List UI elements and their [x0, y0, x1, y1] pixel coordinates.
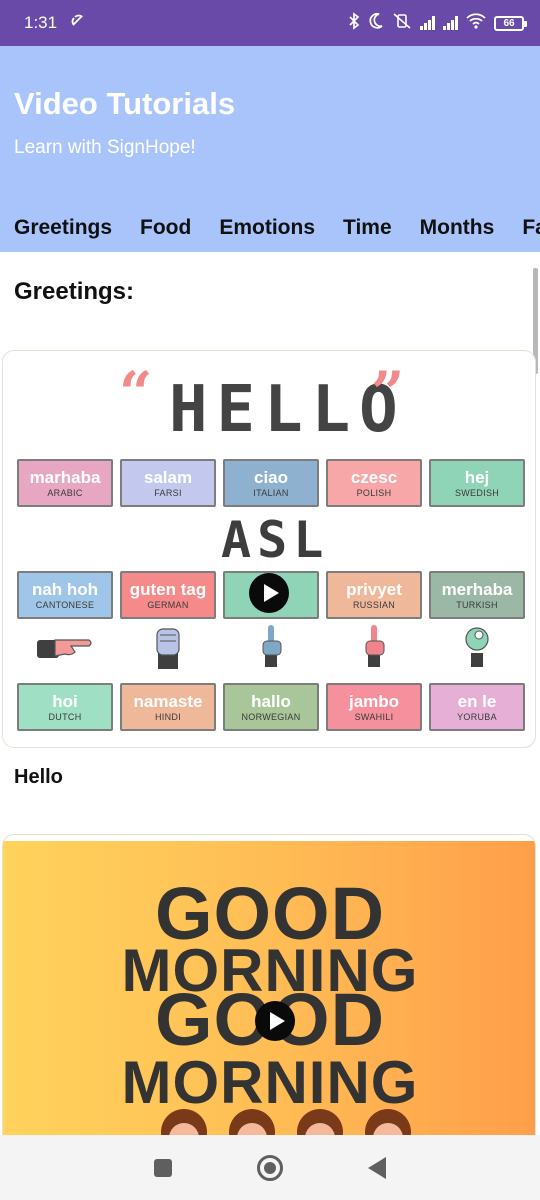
status-bar: 1:31 66 [0, 0, 540, 46]
status-time: 1:31 [24, 13, 58, 32]
hand-sign-icon [326, 623, 422, 669]
word-label: namaste [133, 691, 203, 711]
play-icon [263, 584, 279, 602]
language-label: NORWEGIAN [241, 711, 301, 722]
signal-icon [443, 16, 458, 30]
video-title[interactable]: Hello [14, 766, 63, 789]
signal-icon [420, 16, 435, 30]
data-saver-icon [69, 12, 87, 35]
word-cell: guten tag GERMAN [120, 571, 216, 619]
play-icon [269, 1012, 285, 1030]
recent-apps-icon[interactable] [154, 1158, 173, 1177]
word-cell: czesc POLISH [326, 459, 422, 507]
word-label: marhaba [29, 467, 101, 487]
language-label: GERMAN [147, 599, 189, 610]
word-label: hoi [52, 691, 78, 711]
word-cell: en le YORUBA [429, 683, 525, 731]
word-label: privyet [346, 579, 402, 599]
video-list[interactable]: Greetings: “ HELLO ” marhaba ARABIC salam F… [0, 252, 540, 1135]
app-screen: 1:31 66 Video Tutorials Learn with SignH… [0, 0, 540, 1200]
word-cell: privyet RUSSIAN [326, 571, 422, 619]
word-label: nah hoh [31, 579, 99, 599]
face-icon [297, 1109, 343, 1135]
faces-illustration [161, 1109, 411, 1135]
section-title: Greetings: [14, 278, 135, 305]
hand-sign-icon [120, 623, 216, 669]
word-cell: ciao ITALIAN [223, 459, 319, 507]
word-cell: hallo NORWEGIAN [223, 683, 319, 731]
home-icon[interactable] [256, 1154, 283, 1181]
word-cell: hoi DUTCH [17, 683, 113, 731]
word-cell: merhaba TURKISH [429, 571, 525, 619]
word-cell: marhaba ARABIC [17, 459, 113, 507]
video-card-hello[interactable]: “ HELLO ” marhaba ARABIC salam FARSI ciao ITA… [2, 350, 536, 748]
language-label: DUTCH [48, 711, 82, 722]
battery-level: 66 [503, 17, 515, 29]
language-label: POLISH [356, 487, 392, 498]
thumbnail-subheadline: ASL [221, 511, 330, 569]
face-icon [161, 1109, 207, 1135]
word-row: hoi DUTCH namaste HINDI hallo NORWEGIAN jambo S… [17, 683, 525, 731]
word-cell: nah hoh CANTONESE [17, 571, 113, 619]
tab-greetings[interactable]: Greetings [14, 216, 112, 240]
tab-time[interactable]: Time [343, 216, 392, 240]
tab-family[interactable]: Fa [522, 216, 540, 240]
hand-sign-icon [17, 623, 113, 669]
language-label: TURKISH [456, 599, 498, 610]
word-cell: salam FARSI [120, 459, 216, 507]
language-label: CANTONESE [35, 599, 95, 610]
tab-food[interactable]: Food [140, 216, 191, 240]
language-label: SWEDISH [454, 487, 500, 498]
language-label: ARABIC [47, 487, 83, 498]
thumbnail-line: MORNING [121, 1049, 419, 1116]
word-label: salam [143, 467, 193, 487]
language-label: ITALIAN [253, 487, 289, 498]
bluetooth-icon [348, 11, 360, 35]
word-cell: namaste HINDI [120, 683, 216, 731]
word-label: hallo [251, 691, 291, 711]
video-card-good-morning[interactable]: GOOD MORNING GOOD MORNING [2, 834, 536, 1135]
word-label: ciao [253, 467, 289, 487]
word-label: merhaba [441, 579, 513, 599]
hand-sign-icon [223, 623, 319, 669]
play-button[interactable] [249, 573, 289, 613]
word-label: jambo [348, 691, 400, 711]
face-icon [229, 1109, 275, 1135]
hand-sign-icon [429, 623, 525, 669]
language-label: YORUBA [457, 711, 497, 722]
language-label: RUSSIAN [352, 599, 396, 610]
battery-icon: 66 [494, 15, 527, 31]
language-label: HINDI [155, 711, 181, 722]
language-label: FARSI [154, 487, 182, 498]
word-label: guten tag [129, 579, 207, 599]
app-header: Video Tutorials Learn with SignHope! Gre… [0, 46, 540, 252]
play-button[interactable] [255, 1001, 295, 1041]
word-label: en le [457, 691, 497, 711]
page-title: Video Tutorials [14, 86, 236, 121]
system-nav-bar [0, 1135, 540, 1200]
word-row: marhaba ARABIC salam FARSI ciao ITALIAN czesc P… [17, 459, 525, 507]
wifi-icon [466, 12, 486, 34]
quote-left-icon: “ [119, 359, 153, 427]
page-subtitle: Learn with SignHope! [14, 137, 196, 158]
word-label: czesc [350, 467, 398, 487]
language-label: SWAHILI [354, 711, 394, 722]
category-tabs: Greetings Food Emotions Time Months Fa [14, 216, 540, 240]
face-icon [365, 1109, 411, 1135]
tab-emotions[interactable]: Emotions [219, 216, 315, 240]
quote-right-icon: ” [371, 359, 405, 427]
word-label: hej [464, 467, 490, 487]
vibrate-off-icon [392, 12, 412, 35]
tab-months[interactable]: Months [420, 216, 495, 240]
moon-icon [368, 12, 384, 35]
word-cell: jambo SWAHILI [326, 683, 422, 731]
word-cell: hej SWEDISH [429, 459, 525, 507]
hand-signs [17, 623, 525, 669]
back-icon[interactable] [367, 1156, 386, 1179]
